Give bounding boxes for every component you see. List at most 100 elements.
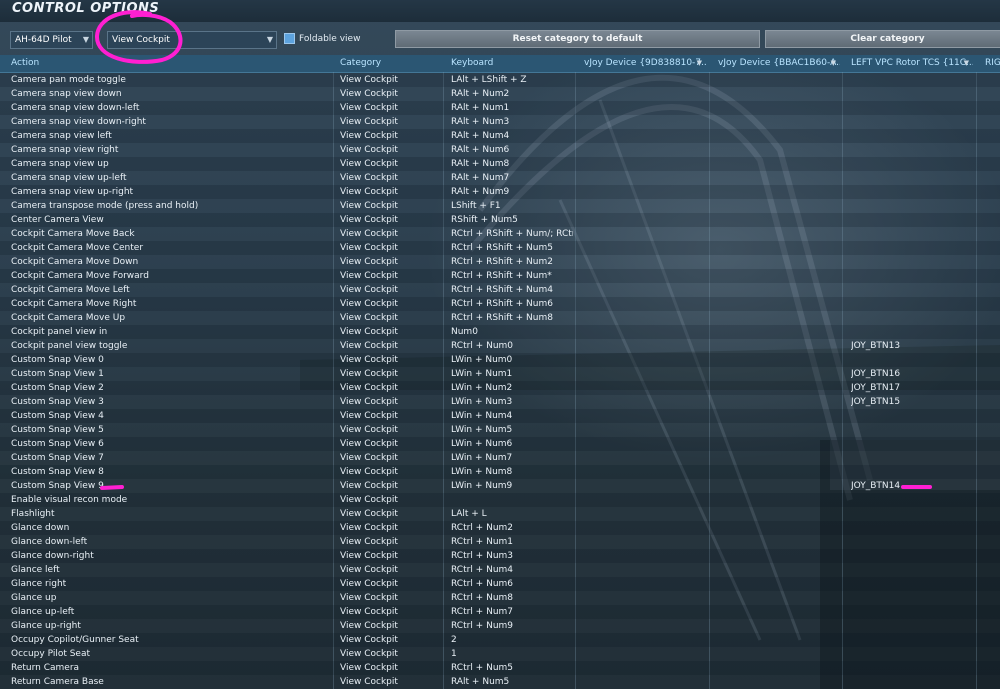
table-row[interactable]: Camera snap view up-right View Cockpit RAl… — [0, 185, 1000, 199]
table-row[interactable]: Custom Snap View 8 View Cockpit LWin + Num… — [0, 465, 1000, 479]
column-header-keyboard[interactable]: Keyboard — [451, 55, 573, 72]
cell-category[interactable]: View Cockpit — [340, 619, 440, 633]
cell-keyboard[interactable]: RCtrl + Num6 — [451, 577, 573, 591]
cell-keyboard[interactable]: RCtrl + Num3 — [451, 549, 573, 563]
cell-category[interactable]: View Cockpit — [340, 269, 440, 283]
cell-keyboard[interactable]: RCtrl + RShift + Num8 — [451, 311, 573, 325]
table-row[interactable]: Glance down View Cockpit RCtrl + Num2 — [0, 521, 1000, 535]
table-row[interactable]: Cockpit panel view toggle View Cockpit RCt… — [0, 339, 1000, 353]
clear-category-button[interactable]: Clear category — [765, 30, 1000, 48]
cell-category[interactable]: View Cockpit — [340, 199, 440, 213]
cell-keyboard[interactable]: LWin + Num1 — [451, 367, 573, 381]
cell-category[interactable]: View Cockpit — [340, 381, 440, 395]
cell-action[interactable]: Cockpit Camera Move Forward — [11, 269, 331, 283]
table-row[interactable]: Center Camera View View Cockpit RShift + N… — [0, 213, 1000, 227]
cell-category[interactable]: View Cockpit — [340, 675, 440, 689]
cell-action[interactable]: Cockpit Camera Move Up — [11, 311, 331, 325]
table-row[interactable]: Flashlight View Cockpit LAlt + L — [0, 507, 1000, 521]
aircraft-select[interactable]: AH-64D Pilot ▼ — [10, 31, 93, 49]
cell-action[interactable]: Camera snap view up-left — [11, 171, 331, 185]
cell-action[interactable]: Occupy Copilot/Gunner Seat — [11, 633, 331, 647]
cell-action[interactable]: Cockpit panel view toggle — [11, 339, 331, 353]
cell-keyboard[interactable]: LShift + F1 — [451, 199, 573, 213]
cell-category[interactable]: View Cockpit — [340, 479, 440, 493]
cell-action[interactable]: Camera transpose mode (press and hold) — [11, 199, 331, 213]
cell-action[interactable]: Custom Snap View 3 — [11, 395, 331, 409]
cell-action[interactable]: Flashlight — [11, 507, 331, 521]
cell-action[interactable]: Custom Snap View 7 — [11, 451, 331, 465]
cell-category[interactable]: View Cockpit — [340, 577, 440, 591]
cell-keyboard[interactable]: LWin + Num7 — [451, 451, 573, 465]
cell-category[interactable]: View Cockpit — [340, 591, 440, 605]
cell-action[interactable]: Camera pan mode toggle — [11, 73, 331, 87]
cell-action[interactable]: Cockpit Camera Move Left — [11, 283, 331, 297]
cell-category[interactable]: View Cockpit — [340, 395, 440, 409]
cell-keyboard[interactable]: LWin + Num8 — [451, 465, 573, 479]
cell-keyboard[interactable]: LAlt + L — [451, 507, 573, 521]
table-row[interactable]: Cockpit Camera Move Up View Cockpit RCtrl … — [0, 311, 1000, 325]
cell-action[interactable]: Custom Snap View 5 — [11, 423, 331, 437]
cell-keyboard[interactable]: RCtrl + Num0 — [451, 339, 573, 353]
column-header-vjoy2[interactable]: vJoy Device {BBAC1B60-A... ▼ — [718, 55, 840, 72]
cell-action[interactable]: Glance down — [11, 521, 331, 535]
cell-action[interactable]: Camera snap view right — [11, 143, 331, 157]
cell-action[interactable]: Return Camera Base — [11, 675, 331, 689]
category-select[interactable]: View Cockpit ▼ — [107, 31, 277, 49]
table-row[interactable]: Occupy Pilot Seat View Cockpit 1 — [0, 647, 1000, 661]
cell-category[interactable]: View Cockpit — [340, 563, 440, 577]
cell-category[interactable]: View Cockpit — [340, 143, 440, 157]
cell-category[interactable]: View Cockpit — [340, 535, 440, 549]
table-row[interactable]: Custom Snap View 0 View Cockpit LWin + Num… — [0, 353, 1000, 367]
cell-action[interactable]: Glance up — [11, 591, 331, 605]
cell-keyboard[interactable]: RShift + Num5 — [451, 213, 573, 227]
cell-action[interactable]: Custom Snap View 9 — [11, 479, 331, 493]
table-row[interactable]: Glance left View Cockpit RCtrl + Num4 — [0, 563, 1000, 577]
table-row[interactable]: Glance up-right View Cockpit RCtrl + Num9 — [0, 619, 1000, 633]
cell-keyboard[interactable]: LWin + Num9 — [451, 479, 573, 493]
cell-keyboard[interactable]: RCtrl + Num1 — [451, 535, 573, 549]
cell-category[interactable]: View Cockpit — [340, 115, 440, 129]
cell-keyboard[interactable]: RAlt + Num9 — [451, 185, 573, 199]
table-row[interactable]: Custom Snap View 2 View Cockpit LWin + Num… — [0, 381, 1000, 395]
cell-category[interactable]: View Cockpit — [340, 241, 440, 255]
cell-category[interactable]: View Cockpit — [340, 451, 440, 465]
cell-keyboard[interactable]: LAlt + LShift + Z — [451, 73, 573, 87]
cell-keyboard[interactable]: RCtrl + RShift + Num4 — [451, 283, 573, 297]
cell-keyboard[interactable]: LWin + Num3 — [451, 395, 573, 409]
cell-category[interactable]: View Cockpit — [340, 605, 440, 619]
table-row[interactable]: Enable visual recon mode View Cockpit — [0, 493, 1000, 507]
cell-category[interactable]: View Cockpit — [340, 423, 440, 437]
cell-keyboard[interactable]: RCtrl + RShift + Num2 — [451, 255, 573, 269]
cell-action[interactable]: Camera snap view down-left — [11, 101, 331, 115]
cell-category[interactable]: View Cockpit — [340, 255, 440, 269]
table-row[interactable]: Cockpit Camera Move Back View Cockpit RCtr… — [0, 227, 1000, 241]
reset-category-button[interactable]: Reset category to default — [395, 30, 760, 48]
table-row[interactable]: Camera snap view down View Cockpit RAlt + … — [0, 87, 1000, 101]
cell-keyboard[interactable]: RAlt + Num4 — [451, 129, 573, 143]
cell-keyboard[interactable]: 2 — [451, 633, 573, 647]
table-row[interactable]: Camera snap view up View Cockpit RAlt + Nu… — [0, 157, 1000, 171]
cell-action[interactable]: Glance up-right — [11, 619, 331, 633]
cell-action[interactable]: Glance left — [11, 563, 331, 577]
cell-category[interactable]: View Cockpit — [340, 101, 440, 115]
table-row[interactable]: Custom Snap View 3 View Cockpit LWin + Num… — [0, 395, 1000, 409]
cell-action[interactable]: Center Camera View — [11, 213, 331, 227]
table-row[interactable]: Cockpit Camera Move Forward View Cockpit R… — [0, 269, 1000, 283]
cell-keyboard[interactable]: LWin + Num6 — [451, 437, 573, 451]
table-row[interactable]: Camera snap view left View Cockpit RAlt + … — [0, 129, 1000, 143]
cell-category[interactable]: View Cockpit — [340, 437, 440, 451]
cell-left-vpc[interactable]: JOY_BTN14 — [851, 479, 971, 493]
table-row[interactable]: Custom Snap View 1 View Cockpit LWin + Num… — [0, 367, 1000, 381]
table-row[interactable]: Camera snap view down-left View Cockpit RA… — [0, 101, 1000, 115]
cell-keyboard[interactable]: RAlt + Num2 — [451, 87, 573, 101]
cell-action[interactable]: Custom Snap View 8 — [11, 465, 331, 479]
table-row[interactable]: Camera pan mode toggle View Cockpit LAlt +… — [0, 73, 1000, 87]
cell-category[interactable]: View Cockpit — [340, 185, 440, 199]
cell-keyboard[interactable]: RCtrl + Num2 — [451, 521, 573, 535]
cell-category[interactable]: View Cockpit — [340, 661, 440, 675]
table-row[interactable]: Return Camera Base View Cockpit RAlt + Num… — [0, 675, 1000, 689]
cell-category[interactable]: View Cockpit — [340, 549, 440, 563]
cell-category[interactable]: View Cockpit — [340, 297, 440, 311]
cell-category[interactable]: View Cockpit — [340, 353, 440, 367]
table-row[interactable]: Custom Snap View 7 View Cockpit LWin + Num… — [0, 451, 1000, 465]
